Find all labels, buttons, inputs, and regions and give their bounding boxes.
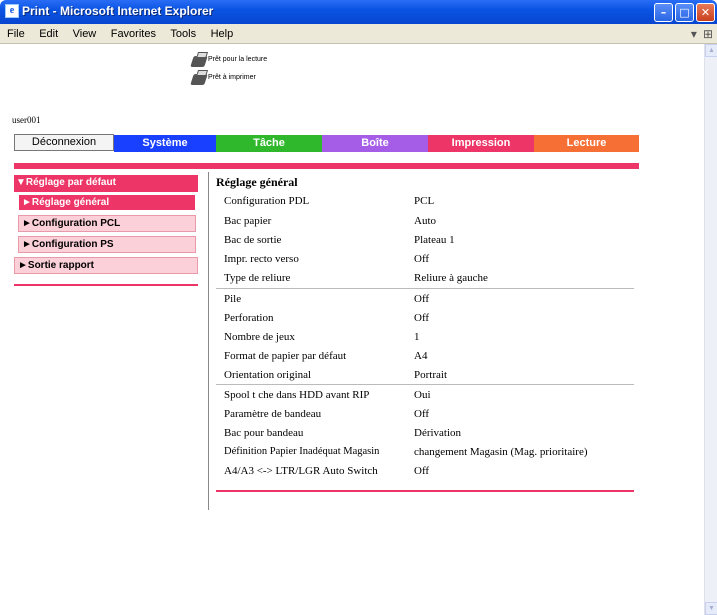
setting-value: Plateau 1: [414, 234, 455, 246]
setting-label: Pile: [224, 293, 242, 305]
tab-lecture[interactable]: Lecture: [534, 135, 639, 152]
setting-label: Bac de sortie: [224, 234, 282, 246]
status-ready-read: Prêt pour la lecture: [208, 56, 268, 63]
setting-value: changement Magasin (Mag. prioritaire): [414, 446, 588, 458]
vertical-scrollbar[interactable]: ▲ ▼: [704, 44, 717, 615]
logout-button[interactable]: Déconnexion: [14, 134, 114, 151]
setting-value: Oui: [414, 389, 431, 401]
setting-value: Portrait: [414, 369, 447, 381]
status-ready-print: Prêt à imprimer: [208, 74, 256, 81]
printer-icon: [190, 74, 208, 85]
setting-label: Paramètre de bandeau: [224, 408, 322, 420]
setting-value: A4: [414, 350, 428, 362]
setting-label: A4/A3 <-> LTR/LGR Auto Switch: [224, 465, 378, 477]
ie-icon: e: [5, 4, 19, 18]
sidebar-item-reglage-general[interactable]: ►Réglage général: [18, 194, 196, 211]
tab-tache[interactable]: Tâche: [216, 135, 322, 152]
menu-bar: File Edit View Favorites Tools Help ▾ ⊞: [0, 24, 717, 44]
setting-value: Off: [414, 312, 430, 324]
sidebar-item-sortie-rapport[interactable]: ►Sortie rapport: [14, 257, 198, 274]
setting-label: Nombre de jeux: [224, 331, 295, 343]
menu-file[interactable]: File: [2, 25, 30, 43]
group-divider: [216, 288, 634, 289]
setting-label: Configuration PDL: [224, 195, 310, 207]
scanner-icon: [190, 56, 208, 67]
close-button[interactable]: ✕: [696, 3, 715, 22]
maximize-button[interactable]: □: [675, 3, 694, 22]
page-content: Prêt pour la lecture Prêt à imprimer use…: [0, 44, 704, 615]
setting-value: Off: [414, 293, 430, 305]
scroll-up-icon[interactable]: ▲: [705, 44, 717, 57]
tab-systeme[interactable]: Système: [114, 135, 216, 152]
minimize-button[interactable]: –: [654, 3, 673, 22]
active-tab-bar: [14, 163, 639, 169]
setting-label: Bac pour bandeau: [224, 427, 304, 439]
main-bottom-line: [216, 490, 634, 492]
tab-boite[interactable]: Boîte: [322, 135, 428, 152]
menu-tools[interactable]: Tools: [165, 25, 201, 43]
setting-label: Orientation original: [224, 369, 312, 381]
setting-value: PCL: [414, 195, 435, 207]
setting-value: 1: [414, 331, 420, 343]
setting-label: Perforation: [224, 312, 274, 324]
menu-edit[interactable]: Edit: [34, 25, 63, 43]
setting-value: Off: [414, 408, 430, 420]
section-title: Réglage général: [216, 175, 298, 189]
menu-favorites[interactable]: Favorites: [106, 25, 161, 43]
group-divider: [216, 384, 634, 385]
tab-impression[interactable]: Impression: [428, 135, 534, 152]
window-title: Print - Microsoft Internet Explorer: [22, 4, 214, 18]
setting-label: Impr. recto verso: [224, 253, 299, 265]
windows-logo-icon: ⊞: [702, 27, 713, 41]
menu-help[interactable]: Help: [206, 25, 239, 43]
setting-label: Type de reliure: [224, 272, 291, 284]
sidebar-item-configuration-ps[interactable]: ►Configuration PS: [18, 236, 196, 253]
sidebar-item-configuration-pcl[interactable]: ►Configuration PCL: [18, 215, 196, 232]
menu-view[interactable]: View: [68, 25, 102, 43]
scroll-down-icon[interactable]: ▼: [705, 602, 717, 615]
content-divider: [208, 172, 209, 510]
sidebar-bottom-line: [14, 284, 198, 286]
setting-label: Format de papier par défaut: [224, 350, 347, 362]
setting-label: Spool t che dans HDD avant RIP: [224, 389, 370, 401]
setting-value: Reliure à gauche: [414, 272, 488, 284]
setting-label: Définition Papier Inadéquat Magasin: [224, 446, 380, 457]
toolbar-dropdown-icon[interactable]: ▾: [691, 26, 697, 42]
sidebar-item-reglage-par-defaut[interactable]: ▼Réglage par défaut: [14, 175, 198, 192]
setting-value: Off: [414, 253, 430, 265]
setting-value: Off: [414, 465, 430, 477]
user-name: user001: [12, 115, 41, 125]
setting-label: Bac papier: [224, 215, 272, 227]
setting-value: Auto: [414, 215, 436, 227]
window-titlebar[interactable]: e Print - Microsoft Internet Explorer – …: [0, 0, 717, 24]
setting-value: Dérivation: [414, 427, 462, 439]
